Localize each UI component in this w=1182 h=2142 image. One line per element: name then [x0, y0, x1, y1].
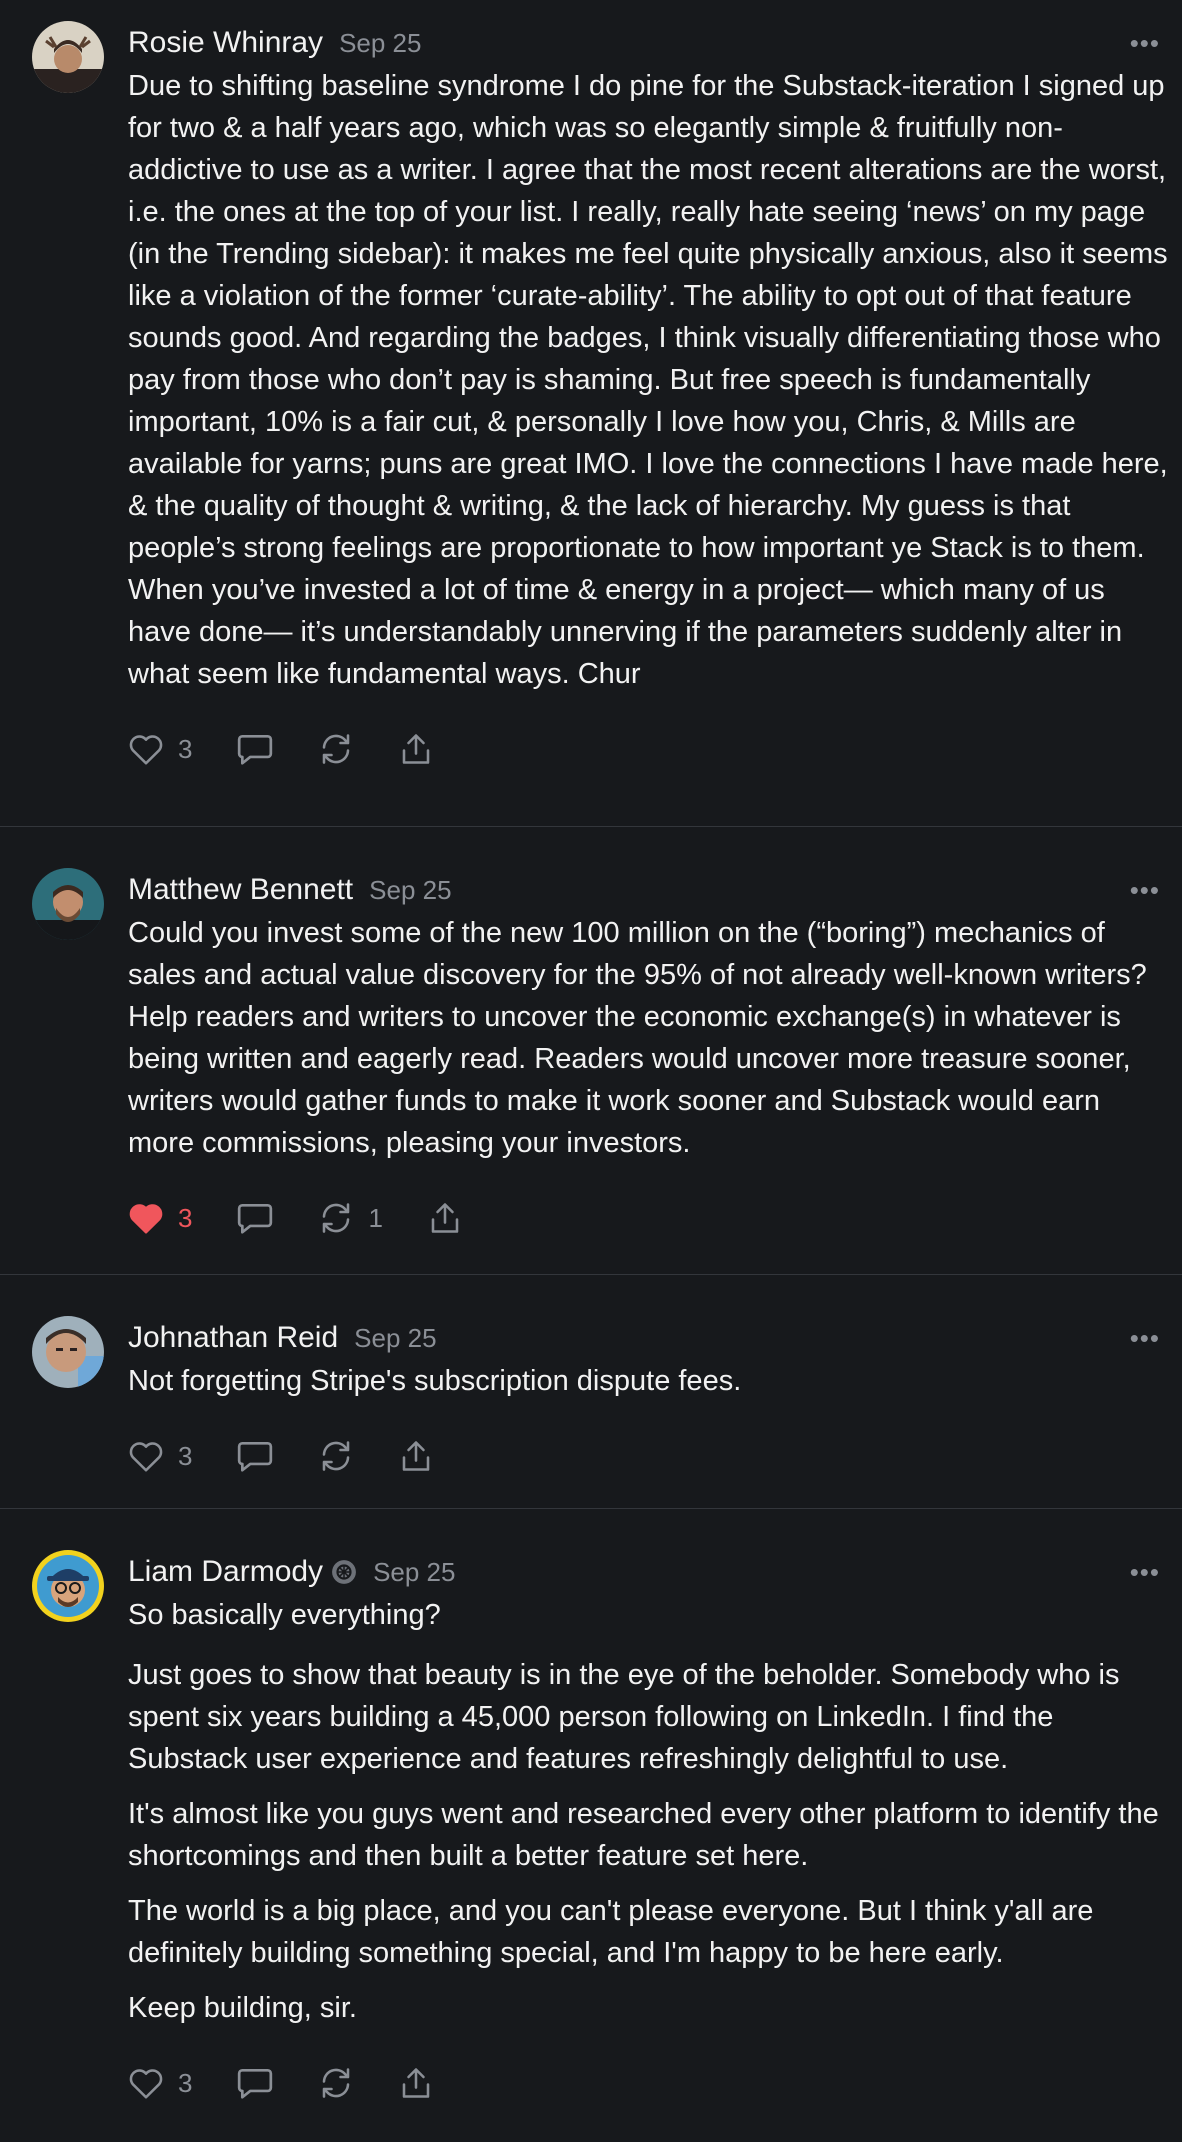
speech-bubble-icon: [236, 2065, 274, 2101]
restack-button[interactable]: 1: [318, 1200, 383, 1236]
share-upload-icon: [398, 731, 434, 767]
speech-bubble-icon: [236, 731, 274, 767]
restack-button[interactable]: [318, 2065, 354, 2101]
reply-button[interactable]: [236, 2065, 274, 2101]
author-name[interactable]: Rosie Whinray: [128, 26, 323, 60]
speech-bubble-icon: [236, 1200, 274, 1236]
like-count: 3: [178, 1202, 193, 1233]
comment-paragraph: Could you invest some of the new 100 mil…: [128, 917, 1147, 1159]
comment-body: Not forgetting Stripe's subscription dis…: [128, 1360, 1168, 1402]
comment-paragraph: Due to shifting baseline syndrome I do p…: [128, 70, 1168, 690]
comment-date[interactable]: Sep 25: [369, 875, 451, 906]
reply-button[interactable]: [236, 731, 274, 767]
comment-paragraph: It's almost like you guys went and resea…: [128, 1798, 1159, 1872]
restack-arrows-icon: [318, 2065, 354, 2101]
comment-paragraph: Just goes to show that beauty is in the …: [128, 1659, 1120, 1775]
restack-count: 1: [368, 1202, 383, 1233]
verified-badge-icon: [331, 1559, 357, 1585]
comment-paragraph: Keep building, sir.: [128, 1992, 357, 2024]
restack-button[interactable]: [318, 1438, 354, 1474]
share-button[interactable]: [398, 731, 434, 767]
comment-paragraph: Not forgetting Stripe's subscription dis…: [128, 1365, 742, 1397]
share-upload-icon: [398, 1438, 434, 1474]
more-options-icon[interactable]: •••: [1130, 1325, 1160, 1351]
comment-actions: 3: [128, 729, 1168, 769]
share-button[interactable]: [427, 1200, 463, 1236]
comment-actions: 3 1: [128, 1198, 1168, 1238]
share-upload-icon: [427, 1200, 463, 1236]
share-upload-icon: [398, 2065, 434, 2101]
comment-paragraph: The world is a big place, and you can't …: [128, 1895, 1094, 1969]
share-button[interactable]: [398, 2065, 434, 2101]
more-options-icon[interactable]: •••: [1130, 877, 1160, 903]
comment: Matthew Bennett Sep 25 ••• Could you inv…: [0, 826, 1182, 1274]
comment: Rosie Whinray Sep 25 ••• Due to shifting…: [0, 0, 1182, 826]
comment: Johnathan Reid Sep 25 ••• Not forgetting…: [0, 1274, 1182, 1508]
author-name[interactable]: Liam Darmody: [128, 1555, 323, 1589]
like-count: 3: [178, 1440, 193, 1471]
comment-date[interactable]: Sep 25: [339, 28, 421, 59]
reply-button[interactable]: [236, 1200, 274, 1236]
like-count: 3: [178, 2067, 193, 2098]
heart-icon: [128, 1201, 164, 1235]
avatar[interactable]: [32, 1316, 104, 1388]
reply-button[interactable]: [236, 1438, 274, 1474]
heart-icon: [128, 1439, 164, 1473]
like-button[interactable]: 3: [128, 1439, 192, 1473]
more-options-icon[interactable]: •••: [1130, 30, 1160, 56]
like-count: 3: [178, 733, 193, 764]
restack-arrows-icon: [318, 1438, 354, 1474]
author-name[interactable]: Matthew Bennett: [128, 873, 353, 907]
share-button[interactable]: [398, 1438, 434, 1474]
comment-actions: 3: [128, 2063, 1168, 2103]
avatar[interactable]: [32, 21, 104, 93]
comment-paragraph: So basically everything?: [128, 1599, 441, 1631]
speech-bubble-icon: [236, 1438, 274, 1474]
more-options-icon[interactable]: •••: [1130, 1559, 1160, 1585]
heart-icon: [128, 2066, 164, 2100]
like-button[interactable]: 3: [128, 732, 192, 766]
comment-body: Due to shifting baseline syndrome I do p…: [128, 65, 1168, 695]
restack-arrows-icon: [318, 1200, 354, 1236]
comment-date[interactable]: Sep 25: [373, 1557, 455, 1588]
heart-icon: [128, 732, 164, 766]
restack-arrows-icon: [318, 731, 354, 767]
comment-actions: 3: [128, 1436, 1168, 1476]
comment-feed: Rosie Whinray Sep 25 ••• Due to shifting…: [0, 0, 1182, 2142]
like-button[interactable]: 3: [128, 2066, 192, 2100]
avatar[interactable]: [32, 1550, 104, 1622]
avatar[interactable]: [32, 868, 104, 940]
comment-body: Could you invest some of the new 100 mil…: [128, 912, 1168, 1164]
comment-body: So basically everything? Just goes to sh…: [128, 1594, 1168, 2029]
comment: Liam Darmody Sep 25 ••• So basically eve…: [0, 1508, 1182, 2142]
author-name[interactable]: Johnathan Reid: [128, 1321, 338, 1355]
restack-button[interactable]: [318, 731, 354, 767]
like-button[interactable]: 3: [128, 1201, 192, 1235]
comment-date[interactable]: Sep 25: [354, 1323, 436, 1354]
